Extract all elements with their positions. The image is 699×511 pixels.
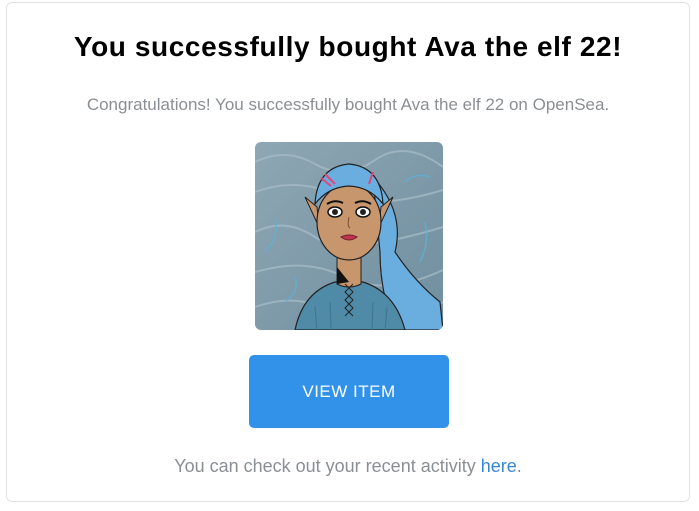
- footer-text: You can check out your recent activity: [174, 456, 481, 476]
- footer-period: .: [516, 456, 522, 476]
- email-card: You successfully bought Ava the elf 22! …: [6, 2, 690, 502]
- view-item-button[interactable]: VIEW ITEM: [249, 355, 449, 428]
- congratulations-message: Congratulations! You successfully bought…: [86, 95, 610, 114]
- footer-message: You can check out your recent activity h…: [7, 456, 689, 477]
- recent-activity-link[interactable]: here: [481, 456, 517, 476]
- page-title: You successfully bought Ava the elf 22!: [73, 31, 623, 62]
- nft-image[interactable]: [255, 142, 443, 330]
